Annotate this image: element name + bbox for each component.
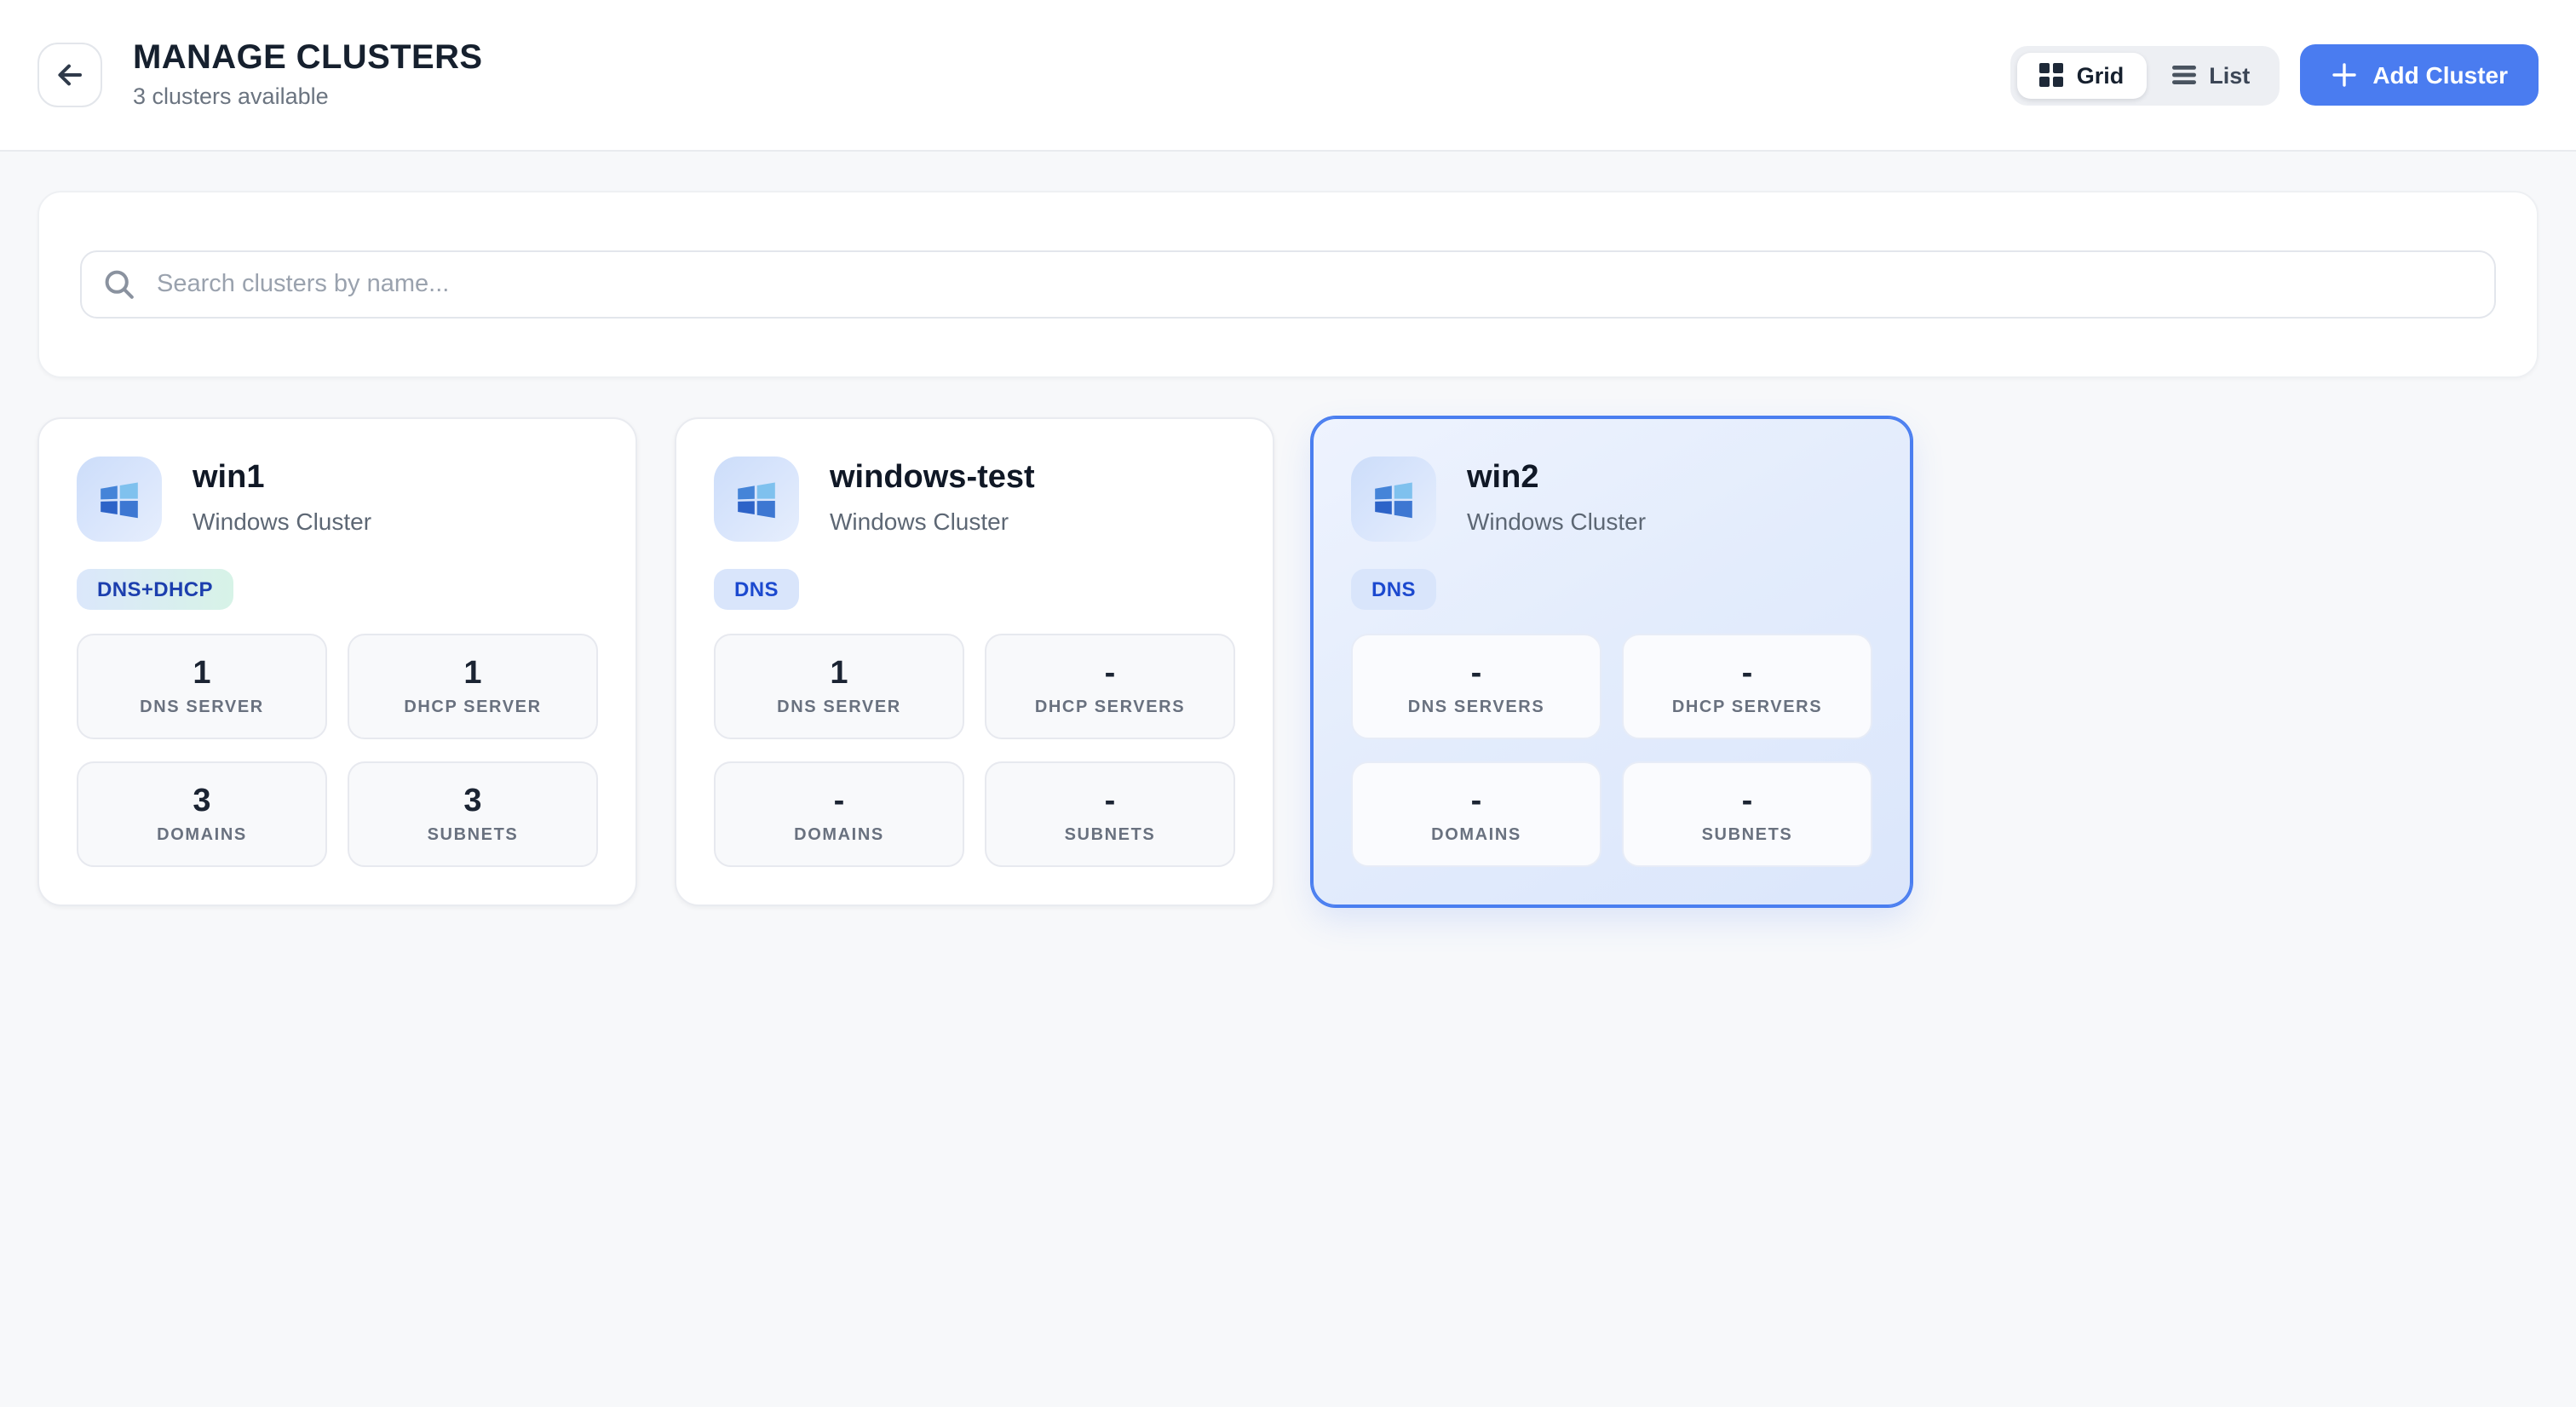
cluster-title-block: win1 Windows Cluster [193,457,371,536]
stat-box: - DHCP SERVERS [985,634,1235,739]
stat-box: - SUBNETS [985,761,1235,867]
stat-label: SUBNETS [1702,827,1793,844]
plus-icon [2330,61,2357,89]
cluster-card-win2[interactable]: win2 Windows Cluster DNS - DNS SERVERS - D… [1312,417,1912,906]
search-icon [104,269,135,300]
stat-value: - [1471,657,1482,689]
stat-label: DHCP SERVERS [1672,699,1822,716]
cluster-name: win2 [1467,462,1646,497]
stat-label: SUBNETS [1065,827,1156,844]
cluster-title-block: win2 Windows Cluster [1467,457,1646,536]
grid-icon [2039,63,2063,87]
cluster-type: Windows Cluster [1467,509,1646,536]
stat-box: - DNS SERVERS [1351,634,1601,739]
stat-box: 3 DOMAINS [77,761,327,867]
cluster-services-badge: DNS+DHCP [77,569,233,610]
stat-value: 3 [193,784,210,817]
clusters-grid: win1 Windows Cluster DNS+DHCP 1 DNS SERVE… [0,378,2576,945]
stat-label: SUBNETS [428,827,519,844]
cluster-card-header: win1 Windows Cluster [77,457,598,542]
cluster-card-header: win2 Windows Cluster [1351,457,1872,542]
stat-value: 1 [830,657,848,689]
page-header: MANAGE CLUSTERS 3 clusters available Gri… [0,0,2576,152]
view-toggle: Grid List [2010,45,2280,105]
stat-box: 1 DHCP SERVER [348,634,598,739]
stat-label: DOMAINS [157,827,247,844]
cluster-name: windows-test [830,462,1035,497]
windows-logo-icon [714,457,799,542]
search-panel [37,191,2539,378]
add-cluster-label: Add Cluster [2372,61,2508,89]
cluster-type: Windows Cluster [830,509,1035,536]
stat-value: 1 [193,657,210,689]
cluster-type: Windows Cluster [193,509,371,536]
cluster-name: win1 [193,462,371,497]
cluster-services-badge: DNS [714,569,799,610]
stat-value: - [1742,784,1753,817]
search-input[interactable] [80,250,2496,319]
cluster-stats: 1 DNS SERVER 1 DHCP SERVER 3 DOMAINS 3 SUBNE… [77,634,598,867]
search-box [80,250,2496,319]
cluster-title-block: windows-test Windows Cluster [830,457,1035,536]
cluster-card-header: windows-test Windows Cluster [714,457,1235,542]
stat-value: - [1105,784,1116,817]
stat-box: - DHCP SERVERS [1622,634,1872,739]
stat-box: 1 DNS SERVER [714,634,964,739]
list-icon [2171,63,2195,87]
windows-logo-icon [77,457,162,542]
header-actions: Grid List Add Cluster [2010,44,2539,106]
stat-label: DHCP SERVER [404,699,541,716]
windows-logo-icon [1351,457,1436,542]
add-cluster-button[interactable]: Add Cluster [2299,44,2539,106]
stat-label: DOMAINS [794,827,884,844]
cluster-services-badge: DNS [1351,569,1436,610]
stat-box: 3 SUBNETS [348,761,598,867]
page-subtitle: 3 clusters available [133,86,482,109]
stat-box: - DOMAINS [714,761,964,867]
cluster-stats: - DNS SERVERS - DHCP SERVERS - DOMAINS - SUB… [1351,634,1872,867]
stat-box: - DOMAINS [1351,761,1601,867]
stat-value: - [1742,657,1753,689]
stat-label: DNS SERVER [140,699,264,716]
stat-value: 3 [463,784,481,817]
stat-value: - [834,784,845,817]
cluster-card-win1[interactable]: win1 Windows Cluster DNS+DHCP 1 DNS SERVE… [37,417,637,906]
arrow-left-icon [55,60,85,90]
page-title: MANAGE CLUSTERS [133,42,482,76]
grid-view-label: Grid [2077,62,2125,88]
title-block: MANAGE CLUSTERS 3 clusters available [133,42,482,109]
list-view-button[interactable]: List [2149,52,2272,98]
back-button[interactable] [37,43,102,107]
stat-label: DOMAINS [1431,827,1521,844]
stat-value: 1 [463,657,481,689]
list-view-label: List [2209,62,2250,88]
stat-value: - [1471,784,1482,817]
stat-box: - SUBNETS [1622,761,1872,867]
stat-label: DHCP SERVERS [1035,699,1185,716]
cluster-card-windows-test[interactable]: windows-test Windows Cluster DNS 1 DNS SE… [675,417,1274,906]
stat-label: DNS SERVERS [1408,699,1545,716]
manage-clusters-page: MANAGE CLUSTERS 3 clusters available Gri… [0,0,2576,1407]
stat-box: 1 DNS SERVER [77,634,327,739]
stat-value: - [1105,657,1116,689]
stat-label: DNS SERVER [777,699,901,716]
grid-view-button[interactable]: Grid [2017,52,2147,98]
cluster-stats: 1 DNS SERVER - DHCP SERVERS - DOMAINS - SUBN… [714,634,1235,867]
